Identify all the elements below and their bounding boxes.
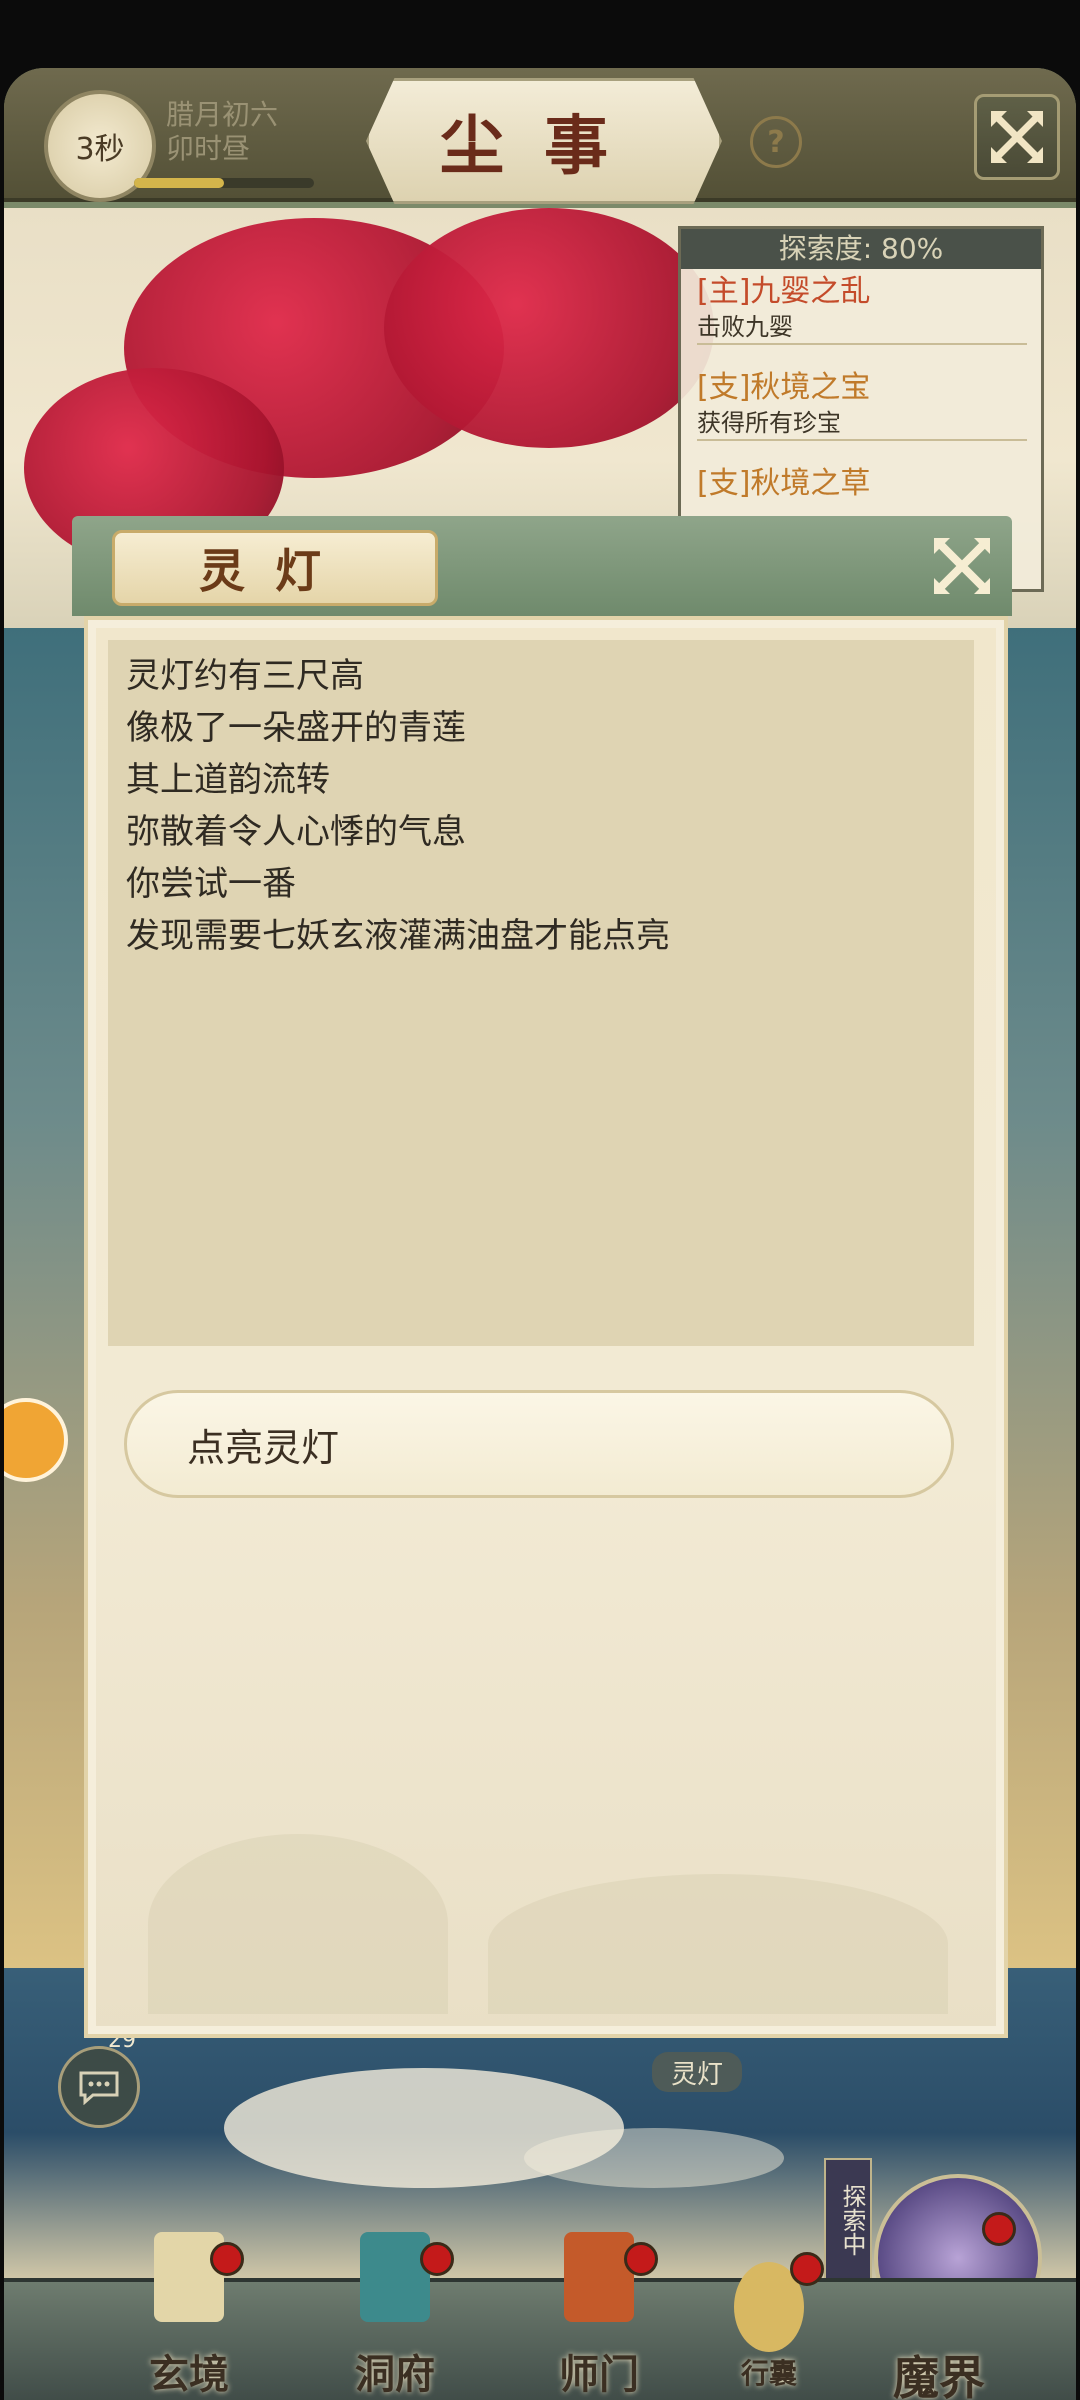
quest-desc: 击败九婴	[697, 313, 793, 341]
light-lamp-button[interactable]: 点亮灵灯	[124, 1390, 954, 1498]
dialog-body: 灵灯约有三尺高 像极了一朵盛开的青莲 其上道韵流转 弥散着令人心悸的气息 你尝试…	[84, 616, 1008, 2038]
red-tree-foliage	[384, 208, 714, 448]
cloud-decoration	[524, 2128, 784, 2188]
nav-label: 洞府	[355, 2351, 435, 2398]
cross-arrows-icon	[991, 111, 1043, 163]
story-line: 灵灯约有三尺高	[126, 656, 364, 696]
notification-dot	[420, 2242, 454, 2276]
story-line: 弥散着令人心悸的气息	[126, 812, 466, 852]
page-title: 尘事	[366, 78, 722, 204]
mountain-mist-decoration	[488, 1874, 948, 2014]
quest-item[interactable]: [支]秋境之宝 获得所有珍宝	[697, 369, 1027, 441]
notification-dot	[982, 2212, 1016, 2246]
story-line: 发现需要七妖玄液灌满油盘才能点亮	[126, 916, 670, 956]
nav-label: 师门	[559, 2351, 639, 2398]
time-progress-fill	[134, 178, 224, 188]
quest-item[interactable]: [支]秋境之草	[697, 465, 1027, 503]
story-line: 其上道韵流转	[126, 760, 330, 800]
spirit-lamp-label[interactable]: 灵灯	[652, 2052, 742, 2092]
notification-dot	[210, 2242, 244, 2276]
pavilion-icon	[360, 2232, 430, 2322]
dialog-header: 灵灯	[72, 516, 1012, 616]
scroll-icon	[154, 2232, 224, 2322]
nav-xingnang[interactable]: 行囊	[694, 2252, 844, 2400]
lunar-date: 腊月初六	[166, 98, 279, 131]
help-button[interactable]: ?	[750, 116, 802, 168]
quest-title: [支]秋境之草	[697, 466, 871, 501]
story-line: 你尝试一番	[126, 864, 296, 904]
nav-label: 玄境	[149, 2351, 229, 2398]
top-bar: 3秒 腊月初六 卯时昼 尘事 ?	[4, 68, 1076, 204]
nav-mojie[interactable]: 魔界	[864, 2212, 1016, 2400]
mountain-mist-decoration	[148, 1834, 448, 2014]
chat-icon	[79, 2071, 119, 2105]
close-icon	[934, 538, 990, 594]
quest-title: [主]九婴之乱	[697, 274, 871, 309]
quest-item[interactable]: [主]九婴之乱 击败九婴	[697, 273, 1027, 345]
nav-xuanjing[interactable]: 玄境	[114, 2232, 264, 2400]
time-of-day: 卯时昼	[166, 132, 251, 165]
close-button[interactable]	[922, 526, 1002, 606]
collapse-button[interactable]	[974, 94, 1060, 180]
nav-label: 魔界	[893, 2351, 985, 2400]
exploring-tag: 探索中	[824, 2158, 872, 2282]
explore-progress: 探索度: 80%	[681, 229, 1041, 269]
time-progress-bar	[134, 178, 314, 188]
bottom-nav: 玄境 洞府 师门 行囊 魔界	[4, 2212, 1076, 2400]
nav-shimen[interactable]: 师门	[524, 2232, 674, 2400]
nav-dongfu[interactable]: 洞府	[320, 2232, 470, 2400]
story-line: 像极了一朵盛开的青莲	[126, 708, 466, 748]
dialog-title: 灵灯	[112, 530, 438, 606]
story-text-box: 灵灯约有三尺高 像极了一朵盛开的青莲 其上道韵流转 弥散着令人心悸的气息 你尝试…	[108, 640, 974, 1346]
spirit-lamp-dialog: 灵灯 灵灯约有三尺高 像极了一朵盛开的青莲 其上道韵流转 弥散着令人心悸的气息 …	[72, 516, 1012, 2046]
notification-dot	[790, 2252, 824, 2286]
notification-dot	[624, 2242, 658, 2276]
chat-button[interactable]	[58, 2046, 140, 2128]
game-screen: 3秒 腊月初六 卯时昼 尘事 ? 探索度: 80% [主]九婴之乱 击败九婴 […	[4, 68, 1076, 2400]
banner-icon	[564, 2232, 634, 2322]
nav-label: 行囊	[740, 2357, 797, 2390]
quest-title: [支]秋境之宝	[697, 370, 871, 405]
quest-desc: 获得所有珍宝	[697, 409, 841, 437]
